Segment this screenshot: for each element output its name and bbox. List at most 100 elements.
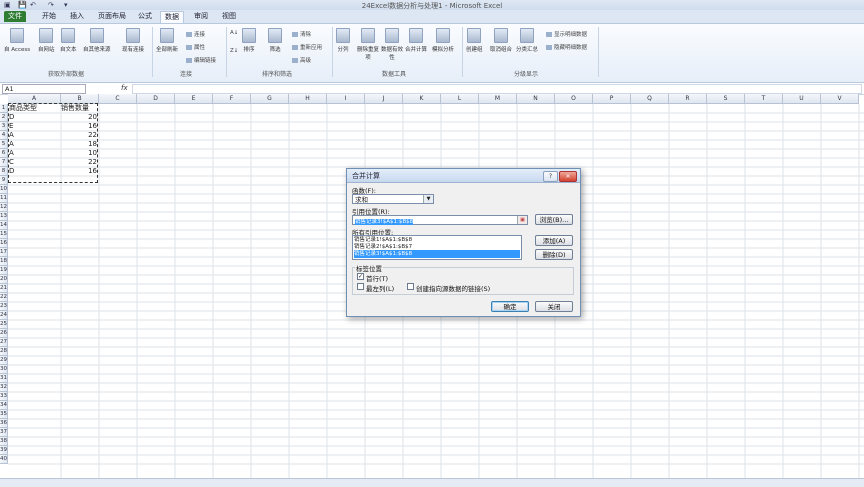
name-box[interactable]: A1 xyxy=(2,84,86,94)
tab-page-layout[interactable]: 页面布局 xyxy=(94,11,130,22)
column-header[interactable]: L xyxy=(441,94,479,104)
row-header[interactable]: 13 xyxy=(0,212,8,221)
row-header[interactable]: 2 xyxy=(0,113,8,122)
text-to-columns-button[interactable]: 分列 xyxy=(336,28,350,53)
row-header[interactable]: 36 xyxy=(0,419,8,428)
column-header[interactable]: C xyxy=(99,94,137,104)
tab-view[interactable]: 视图 xyxy=(218,11,240,22)
row-header[interactable]: 11 xyxy=(0,194,8,203)
column-header[interactable]: S xyxy=(707,94,745,104)
reference-input[interactable]: 销售记录3!$A$1:$B$8 ▣ xyxy=(352,215,528,225)
consolidate-button[interactable]: 合并计算 xyxy=(405,28,427,53)
data-validation-button[interactable]: 数据有效性 xyxy=(380,28,404,61)
column-header[interactable]: T xyxy=(745,94,783,104)
column-header[interactable]: F xyxy=(213,94,251,104)
row-header[interactable]: 14 xyxy=(0,221,8,230)
row-header[interactable]: 40 xyxy=(0,455,8,464)
column-header[interactable]: O xyxy=(555,94,593,104)
row-header[interactable]: 1 xyxy=(0,104,8,113)
column-header[interactable]: N xyxy=(517,94,555,104)
tab-home[interactable]: 开始 xyxy=(38,11,60,22)
first-row-checkbox[interactable]: ✓ xyxy=(357,273,364,280)
row-header[interactable]: 17 xyxy=(0,248,8,257)
connections-button[interactable]: 连接 xyxy=(186,30,205,38)
close-button[interactable]: 关闭 xyxy=(535,301,573,312)
row-header[interactable]: 20 xyxy=(0,275,8,284)
row-header[interactable]: 12 xyxy=(0,203,8,212)
all-references-list[interactable]: 销售记录1!$A$1:$B$8 销售记录2!$A$1:$B$7 销售记录3!$A… xyxy=(352,235,522,260)
sort-button[interactable]: 排序 xyxy=(242,28,256,53)
tab-insert[interactable]: 插入 xyxy=(66,11,88,22)
column-header[interactable]: I xyxy=(327,94,365,104)
delete-button[interactable]: 删除(D) xyxy=(535,249,573,260)
from-access-button[interactable]: 自 Access xyxy=(4,28,30,53)
list-item[interactable]: 销售记录3!$A$1:$B$8 xyxy=(354,250,520,258)
column-header[interactable]: K xyxy=(403,94,441,104)
function-select[interactable]: 求和 ▼ xyxy=(352,194,434,204)
row-header[interactable]: 27 xyxy=(0,338,8,347)
create-links-checkbox[interactable] xyxy=(407,283,414,290)
row-header[interactable]: 22 xyxy=(0,293,8,302)
column-header[interactable]: Q xyxy=(631,94,669,104)
column-header[interactable]: H xyxy=(289,94,327,104)
column-header[interactable]: J xyxy=(365,94,403,104)
row-header[interactable]: 23 xyxy=(0,302,8,311)
row-header[interactable]: 15 xyxy=(0,230,8,239)
close-icon[interactable]: ✕ xyxy=(559,171,577,182)
row-header[interactable]: 7 xyxy=(0,158,8,167)
refresh-all-button[interactable]: 全部刷新 xyxy=(156,28,178,53)
row-header[interactable]: 19 xyxy=(0,266,8,275)
row-header[interactable]: 33 xyxy=(0,392,8,401)
row-header[interactable]: 37 xyxy=(0,428,8,437)
hide-detail-button[interactable]: 隐藏明细数据 xyxy=(546,43,587,51)
from-other-sources-button[interactable]: 自其他来源 xyxy=(83,28,111,53)
filter-button[interactable]: 筛选 xyxy=(268,28,282,53)
from-text-button[interactable]: 自文本 xyxy=(60,28,77,53)
subtotal-button[interactable]: 分类汇总 xyxy=(516,28,538,53)
row-header[interactable]: 16 xyxy=(0,239,8,248)
row-header[interactable]: 10 xyxy=(0,185,8,194)
row-header[interactable]: 35 xyxy=(0,410,8,419)
row-header[interactable]: 24 xyxy=(0,311,8,320)
what-if-analysis-button[interactable]: 模拟分析 xyxy=(432,28,454,53)
row-header[interactable]: 6 xyxy=(0,149,8,158)
insert-function-icon[interactable]: fx xyxy=(121,84,128,92)
row-header[interactable]: 3 xyxy=(0,122,8,131)
clear-filter-button[interactable]: 清除 xyxy=(292,30,311,38)
tab-file[interactable]: 文件 xyxy=(4,11,26,22)
column-header[interactable]: R xyxy=(669,94,707,104)
formula-input[interactable] xyxy=(132,84,862,94)
remove-duplicates-button[interactable]: 删除重复项 xyxy=(356,28,380,61)
row-header[interactable]: 38 xyxy=(0,437,8,446)
tab-data[interactable]: 数据 xyxy=(160,11,184,23)
row-header[interactable]: 31 xyxy=(0,374,8,383)
column-header[interactable]: V xyxy=(821,94,859,104)
reapply-button[interactable]: 重新应用 xyxy=(292,43,322,51)
advanced-filter-button[interactable]: 高级 xyxy=(292,56,311,64)
ok-button[interactable]: 确定 xyxy=(491,301,529,312)
show-detail-button[interactable]: 显示明细数据 xyxy=(546,30,587,38)
row-header[interactable]: 39 xyxy=(0,446,8,455)
sort-ascending-button[interactable]: A↓ xyxy=(230,30,238,36)
row-header[interactable]: 30 xyxy=(0,365,8,374)
left-column-checkbox[interactable] xyxy=(357,283,364,290)
column-header[interactable]: P xyxy=(593,94,631,104)
row-header[interactable]: 8 xyxy=(0,167,8,176)
tab-formulas[interactable]: 公式 xyxy=(134,11,156,22)
row-header[interactable]: 26 xyxy=(0,329,8,338)
row-header[interactable]: 21 xyxy=(0,284,8,293)
help-button[interactable]: ? xyxy=(543,171,558,182)
row-header[interactable]: 25 xyxy=(0,320,8,329)
ungroup-button[interactable]: 取消组合 xyxy=(490,28,512,53)
row-header[interactable]: 5 xyxy=(0,140,8,149)
row-header[interactable]: 9 xyxy=(0,176,8,185)
add-button[interactable]: 添加(A) xyxy=(535,235,573,246)
collapse-dialog-icon[interactable]: ▣ xyxy=(517,216,527,224)
row-header[interactable]: 18 xyxy=(0,257,8,266)
existing-connections-button[interactable]: 现有连接 xyxy=(122,28,144,53)
tab-review[interactable]: 审阅 xyxy=(190,11,212,22)
group-button[interactable]: 创建组 xyxy=(466,28,483,53)
row-header[interactable]: 32 xyxy=(0,383,8,392)
column-header[interactable]: D xyxy=(137,94,175,104)
column-header[interactable]: G xyxy=(251,94,289,104)
